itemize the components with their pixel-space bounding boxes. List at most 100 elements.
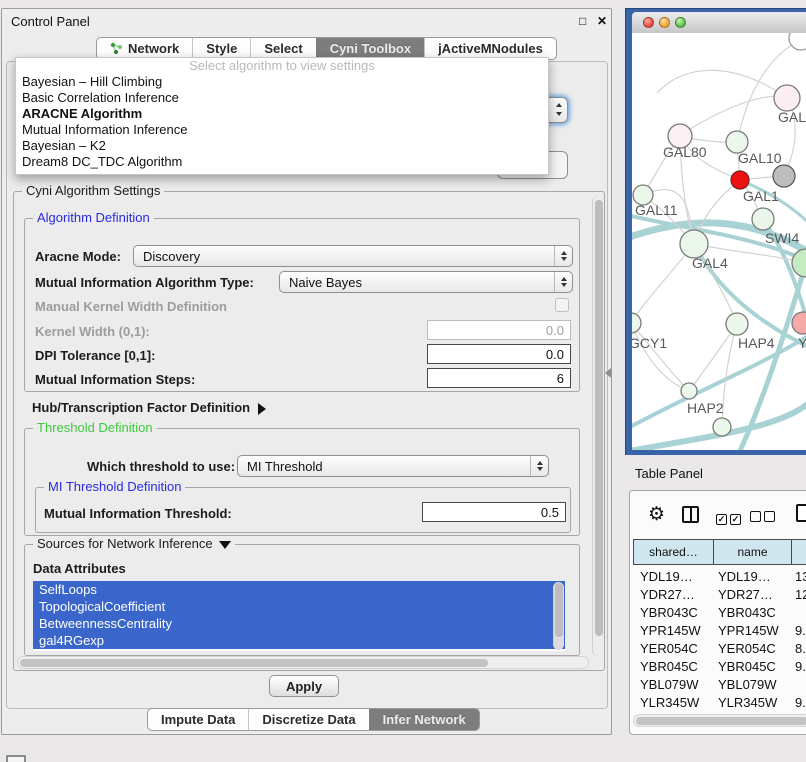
table-cell[interactable]: YPR145W: [718, 623, 779, 638]
network-edge[interactable]: [632, 323, 689, 391]
network-edge[interactable]: [689, 324, 737, 391]
table-panel-title: Table Panel: [635, 466, 703, 481]
tab-impute-data[interactable]: Impute Data: [148, 709, 248, 730]
hub-tf-definition-expander[interactable]: Hub/Transcription Factor Definition: [32, 400, 266, 415]
algorithm-option-bayesian-hill-climbing[interactable]: Bayesian – Hill Climbing: [16, 74, 548, 90]
data-attributes-label: Data Attributes: [33, 561, 126, 576]
tab-jactivemnodules[interactable]: jActiveMNodules: [424, 38, 556, 59]
combo-stepper-icon: [554, 272, 572, 292]
panel-divider-handle[interactable]: [605, 368, 611, 378]
table-cell[interactable]: YBL079W: [718, 677, 777, 692]
table-cell[interactable]: 9.: [795, 695, 806, 710]
network-node[interactable]: [789, 33, 806, 50]
tab-select[interactable]: Select: [250, 38, 315, 59]
table-cell[interactable]: YDL19…: [640, 569, 693, 584]
table-cell[interactable]: 8.: [795, 641, 806, 656]
column-header-shared-name[interactable]: shared…: [633, 539, 714, 565]
algorithm-option-basic-correlation[interactable]: Basic Correlation Inference: [16, 90, 548, 106]
algorithm-option-aracne[interactable]: ARACNE Algorithm: [16, 106, 548, 122]
network-node[interactable]: [680, 230, 708, 258]
table-cell[interactable]: YBR043C: [640, 605, 698, 620]
new-table-icon[interactable]: [796, 504, 806, 522]
table-cell[interactable]: 9.: [795, 659, 806, 674]
tab-discretize-data[interactable]: Discretize Data: [248, 709, 368, 730]
network-node[interactable]: [792, 312, 806, 334]
network-edge[interactable]: [632, 244, 694, 323]
table-cell[interactable]: YPR145W: [640, 623, 701, 638]
float-window-icon[interactable]: □: [579, 14, 586, 28]
network-edge[interactable]: [680, 96, 787, 136]
column-header-partial[interactable]: A: [791, 539, 806, 565]
table-cell[interactable]: YDR27…: [640, 587, 695, 602]
apply-button[interactable]: Apply: [269, 675, 339, 697]
mi-algorithm-type-combobox[interactable]: Naive Bayes: [279, 271, 573, 293]
attribute-item[interactable]: TopologicalCoefficient: [33, 598, 565, 615]
attribute-item[interactable]: SelfLoops: [33, 581, 565, 598]
network-node[interactable]: [726, 313, 748, 335]
table-cell[interactable]: YDL19…: [718, 569, 771, 584]
zoom-traffic-light[interactable]: [675, 17, 686, 28]
close-traffic-light[interactable]: [643, 17, 654, 28]
table-cell[interactable]: YBL079W: [640, 677, 699, 692]
table-cell[interactable]: YBR045C: [718, 659, 776, 674]
algorithm-option-mutual-information[interactable]: Mutual Information Inference: [16, 122, 548, 138]
table-cell[interactable]: YBR045C: [640, 659, 698, 674]
settings-vertical-scrollbar[interactable]: [592, 196, 604, 656]
minimize-traffic-light[interactable]: [659, 17, 670, 28]
table-cell[interactable]: YLR345W: [640, 695, 699, 710]
network-edge[interactable]: [657, 70, 787, 98]
network-node[interactable]: [632, 313, 641, 333]
network-view-window[interactable]: GALGAL80GAL10GAL1GAL11SWI4GAL4GCY1HAP4YH…: [625, 8, 806, 455]
network-node[interactable]: [774, 85, 800, 111]
table-cell[interactable]: 9.: [795, 623, 806, 638]
column-header-name[interactable]: name: [713, 539, 792, 565]
table-cell[interactable]: 13: [795, 569, 806, 584]
tab-infer-network[interactable]: Infer Network: [369, 709, 479, 730]
network-node[interactable]: [773, 165, 795, 187]
table-cell[interactable]: YER054C: [640, 641, 698, 656]
select-all-checkboxes-icon[interactable]: ✓✓: [716, 509, 741, 527]
settings-horizontal-scrollbar[interactable]: [17, 656, 589, 669]
kernel-width-field[interactable]: 0.0: [427, 320, 571, 340]
dpi-tolerance-field[interactable]: 0.0: [427, 344, 571, 364]
table-cell[interactable]: YER054C: [718, 641, 776, 656]
algorithm-option-dream8[interactable]: Dream8 DC_TDC Algorithm: [16, 154, 548, 170]
network-tab-icon: [110, 42, 123, 55]
attribute-item[interactable]: gal4RGexp: [33, 632, 565, 649]
partial-bottom-icon[interactable]: [6, 755, 26, 762]
network-node[interactable]: [752, 208, 774, 230]
which-threshold-combobox[interactable]: MI Threshold: [237, 455, 549, 477]
table-cell[interactable]: YBR043C: [718, 605, 776, 620]
stepper-up-icon: [556, 103, 562, 107]
split-columns-icon[interactable]: [682, 506, 699, 523]
network-canvas[interactable]: GALGAL80GAL10GAL1GAL11SWI4GAL4GCY1HAP4YH…: [632, 33, 806, 450]
table-cell[interactable]: YLR345W: [718, 695, 777, 710]
sources-title[interactable]: Sources for Network Inference: [33, 536, 235, 551]
table-horizontal-scrollbar[interactable]: [633, 714, 806, 727]
mi-threshold-field[interactable]: 0.5: [422, 502, 566, 522]
close-window-icon[interactable]: ✕: [597, 14, 607, 28]
network-node-label: GAL1: [743, 188, 779, 204]
network-node[interactable]: [713, 418, 731, 436]
tab-style[interactable]: Style: [192, 38, 250, 59]
network-svg: GALGAL80GAL10GAL1GAL11SWI4GAL4GCY1HAP4YH…: [632, 33, 806, 450]
tab-network[interactable]: Network: [97, 38, 192, 59]
deselect-all-checkboxes-icon[interactable]: [750, 509, 775, 527]
cyni-mode-tabbar: Impute Data Discretize Data Infer Networ…: [147, 708, 480, 731]
network-window-titlebar[interactable]: [632, 12, 806, 34]
mi-steps-field[interactable]: 6: [427, 368, 571, 388]
network-node[interactable]: [681, 383, 697, 399]
collapse-down-icon: [219, 541, 231, 549]
gear-icon[interactable]: ⚙: [648, 505, 665, 524]
network-node[interactable]: [731, 171, 749, 189]
table-cell[interactable]: 12: [795, 587, 806, 602]
manual-kernel-width-checkbox[interactable]: [555, 298, 569, 312]
application-root: Control Panel □ ✕ Network Style Select C…: [0, 0, 806, 762]
attribute-list-scrollbar[interactable]: [553, 582, 564, 650]
table-cell[interactable]: YDR27…: [718, 587, 773, 602]
tab-cyni-toolbox[interactable]: Cyni Toolbox: [316, 38, 424, 59]
aracne-mode-combobox[interactable]: Discovery: [133, 245, 573, 267]
algorithm-option-bayesian-k2[interactable]: Bayesian – K2: [16, 138, 548, 154]
network-edge[interactable]: [632, 323, 689, 391]
attribute-item[interactable]: BetweennessCentrality: [33, 615, 565, 632]
